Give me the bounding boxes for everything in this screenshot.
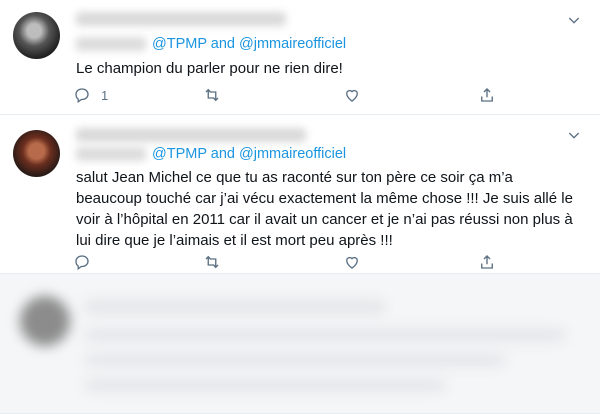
conjunction: and [210, 36, 235, 52]
tweet-actions: 1 [73, 85, 503, 105]
retweet-button[interactable] [203, 252, 221, 272]
blurred-line [85, 354, 505, 366]
reply-button[interactable] [73, 252, 91, 272]
mention-tpmp[interactable]: @TPMP [152, 36, 207, 52]
blurred-line [85, 379, 445, 391]
blurred-line [85, 329, 565, 341]
share-icon [481, 255, 493, 269]
retweet-button[interactable] [203, 85, 221, 105]
retweet-icon [205, 88, 219, 102]
like-button[interactable] [343, 85, 361, 105]
blurred-username [76, 128, 306, 142]
chevron-down-icon[interactable] [566, 127, 582, 143]
blurred-username [76, 12, 286, 26]
share-button[interactable] [478, 252, 496, 272]
share-icon [481, 88, 493, 102]
retweet-icon [205, 255, 219, 269]
tweet-actions [73, 252, 503, 272]
blurred-avatar [20, 296, 70, 346]
tweet-2[interactable]: @TPMP and @jmmaireofficiel salut Jean Mi… [0, 115, 600, 274]
reply-to-line: @TPMP and @jmmaireofficiel [76, 146, 346, 162]
mention-jmmaire[interactable]: @jmmaireofficiel [239, 146, 346, 162]
reply-icon [75, 255, 89, 271]
blurred-line [85, 300, 385, 314]
reply-icon [75, 88, 89, 104]
tweet-3-blurred [0, 274, 600, 414]
avatar[interactable] [13, 12, 60, 59]
tweet-text: Le champion du parler pour ne rien dire! [76, 60, 343, 77]
reply-button[interactable]: 1 [73, 85, 108, 105]
conjunction: and [210, 146, 235, 162]
mention-jmmaire[interactable]: @jmmaireofficiel [239, 36, 346, 52]
tweet-text: salut Jean Michel ce que tu as raconté s… [76, 169, 573, 249]
like-icon [346, 89, 358, 102]
blurred-handle [76, 37, 146, 52]
avatar[interactable] [13, 130, 60, 177]
share-button[interactable] [478, 85, 496, 105]
blurred-handle [76, 147, 146, 162]
mention-tpmp[interactable]: @TPMP [152, 146, 207, 162]
like-icon [346, 256, 358, 269]
chevron-down-icon[interactable] [566, 12, 582, 28]
reply-count: 1 [101, 87, 109, 103]
like-button[interactable] [343, 252, 361, 272]
reply-to-line: @TPMP and @jmmaireofficiel [76, 36, 346, 52]
tweet-1[interactable]: @TPMP and @jmmaireofficiel Le champion d… [0, 0, 600, 115]
